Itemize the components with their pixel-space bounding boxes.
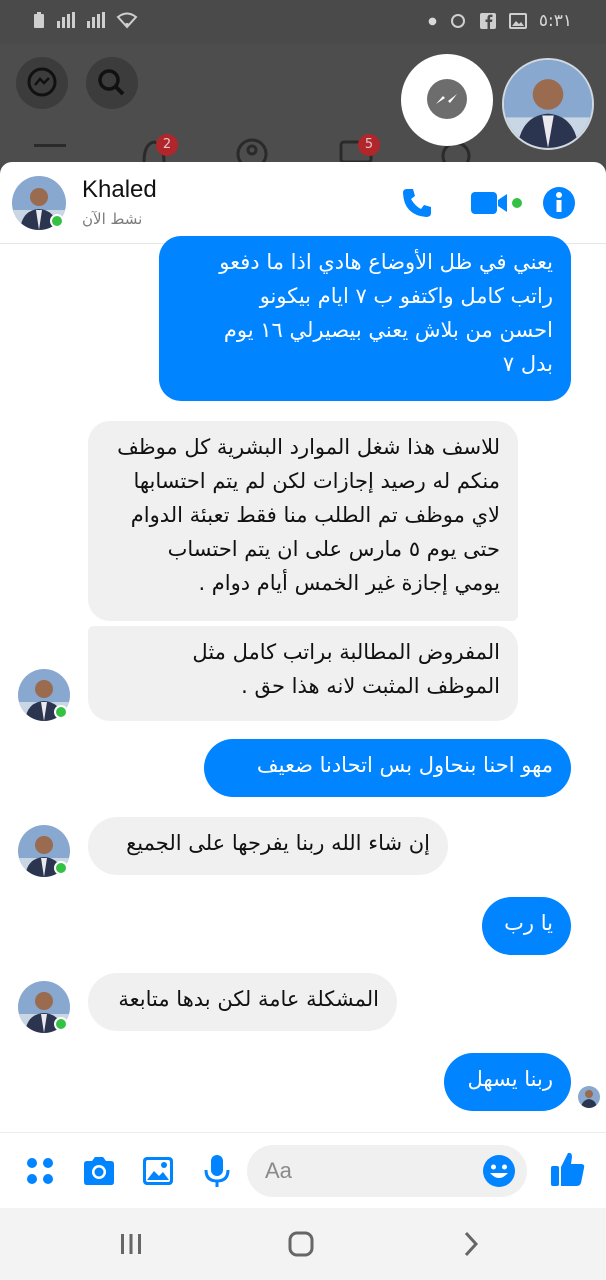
signal-icon [57,12,75,28]
message-incoming[interactable]: للاسف هذا شغل الموارد البشرية كل موظف من… [88,421,518,621]
messenger-chathead[interactable] [401,54,493,146]
search-icon [98,69,125,96]
message-incoming[interactable]: المشكلة عامة لكن بدها متابعة [88,973,397,1031]
contact-name[interactable]: Khaled [82,176,157,204]
message-composer [0,1132,606,1208]
home-icon[interactable] [285,1228,317,1260]
message-outgoing[interactable]: ربنا يسهل [444,1053,571,1111]
status-left [30,11,138,29]
video-badge: 5 [358,134,380,156]
online-indicator [54,705,68,719]
back-icon[interactable] [455,1228,487,1260]
online-indicator [54,1017,68,1031]
recent-apps-icon[interactable] [115,1228,147,1260]
emoji-icon[interactable] [481,1153,517,1189]
notification-dot: ● [428,15,437,27]
message-incoming[interactable]: إن شاء الله ربنا يفرجها على الجميع [88,817,448,875]
image-icon [508,13,527,29]
status-right: ● ٥:٣١ [428,11,572,31]
message-list: يعني في ظل الأوضاع هادي اذا ما دفعو راتب… [0,236,606,1132]
status-bar: ● ٥:٣١ [0,0,606,44]
fb-search-button[interactable] [86,57,138,109]
message-outgoing[interactable]: مهو احنا بنحاول بس اتحادنا ضعيف [204,739,571,797]
system-navigation-bar [0,1208,606,1280]
more-apps-icon[interactable] [22,1153,58,1189]
message-outgoing[interactable]: يا رب [482,897,571,955]
fb-messenger-button[interactable] [16,57,68,109]
menu-icon[interactable] [32,134,68,162]
chat-header: Khaled نشط الآن [0,162,606,244]
info-icon[interactable] [540,184,578,222]
gallery-icon[interactable] [140,1153,176,1189]
contact-avatar [578,1086,600,1108]
contact-avatar [504,60,592,148]
messenger-icon [27,67,57,97]
camera-icon[interactable] [81,1153,117,1189]
sync-icon [450,14,465,28]
signal-icon-2 [87,12,105,28]
wifi-icon [116,12,138,29]
like-icon[interactable] [548,1149,588,1189]
seen-indicator-avatar [578,1086,600,1108]
message-avatar [18,981,70,1033]
message-outgoing[interactable]: يعني في ظل الأوضاع هادي اذا ما دفعو راتب… [159,236,571,401]
phone-call-icon[interactable] [398,184,436,222]
online-indicator [54,861,68,875]
message-avatar [18,669,70,721]
message-avatar [18,825,70,877]
facebook-icon [479,13,496,29]
profile-icon[interactable] [234,134,270,162]
video-call-icon[interactable] [468,184,526,222]
contact-status: نشط الآن [82,210,143,228]
online-indicator [50,214,64,228]
message-incoming[interactable]: المفروض المطالبة براتب كامل مثل الموظف ا… [88,626,518,721]
battery-icon [34,12,44,28]
header-avatar[interactable] [12,176,66,230]
messenger-icon [427,79,467,119]
notifications-badge: 2 [156,134,178,156]
microphone-icon[interactable] [199,1153,235,1189]
status-time: ٥:٣١ [538,11,572,31]
chat-panel: Khaled نشط الآن يعني في ظل الأوضاع هادي … [0,162,606,1208]
contact-chathead[interactable] [502,58,594,150]
